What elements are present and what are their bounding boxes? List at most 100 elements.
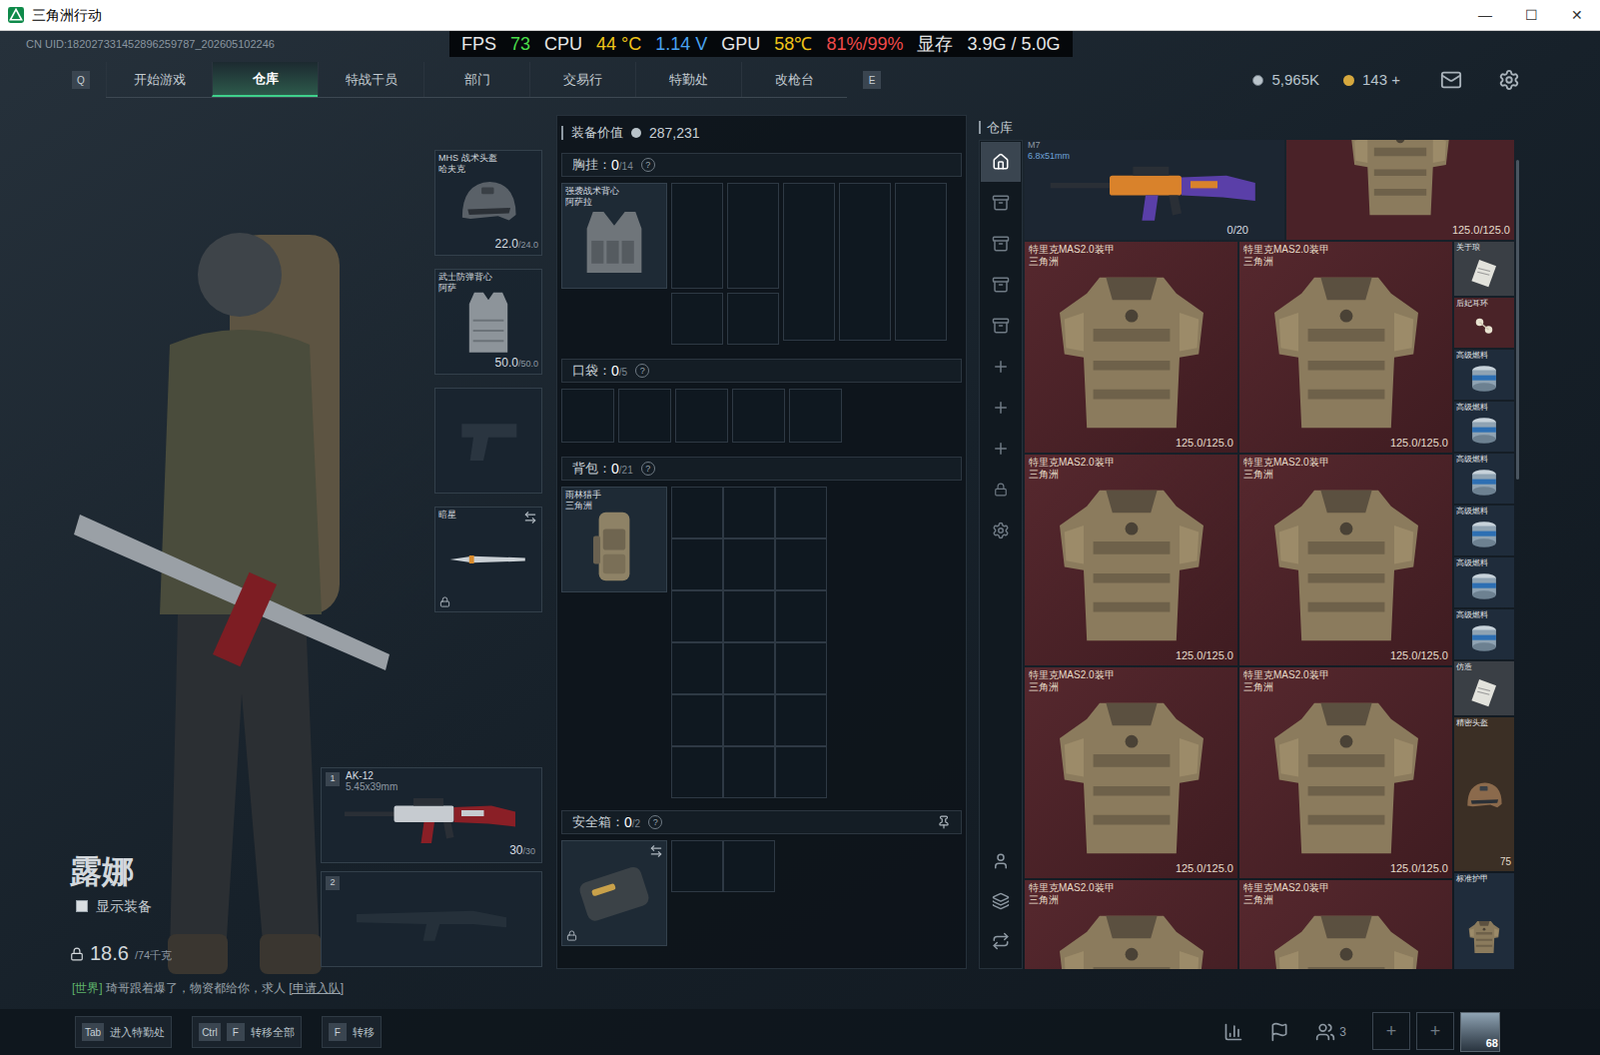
grid-cell[interactable] xyxy=(671,538,724,591)
equipped-item[interactable] xyxy=(561,839,668,946)
equipped-item[interactable]: 强袭战术背心阿萨拉 xyxy=(561,182,668,289)
grid-cell[interactable] xyxy=(775,694,827,747)
key-hint-button[interactable]: CtrlF转移全部 xyxy=(191,1015,302,1048)
nav-tab[interactable]: 特战干员 xyxy=(317,61,424,97)
warehouse-item[interactable]: 后妃耳环 xyxy=(1454,297,1515,348)
window-control[interactable]: ✕ xyxy=(1554,0,1600,30)
help-button[interactable]: ? xyxy=(635,363,650,378)
grid-cell[interactable] xyxy=(727,292,780,345)
window-control[interactable]: ☐ xyxy=(1508,0,1555,30)
chat-line[interactable]: [世界] 琦哥跟着爆了，物资都给你，求人 [申请入队] xyxy=(0,978,545,997)
grid-cell[interactable] xyxy=(723,746,776,799)
warehouse-page[interactable] xyxy=(980,264,1021,305)
window-control[interactable]: — xyxy=(1462,0,1509,30)
help-button[interactable]: ? xyxy=(648,814,663,829)
warehouse-page[interactable] xyxy=(980,182,1021,223)
warehouse-item[interactable]: 高级燃料 xyxy=(1454,609,1515,660)
gear-slot[interactable]: MHS 战术头盔哈夫克22.0/24.0 xyxy=(434,149,543,256)
checkbox[interactable] xyxy=(75,899,88,912)
grid-cell[interactable] xyxy=(561,388,615,443)
warehouse-page[interactable] xyxy=(980,387,1021,428)
nav-tab[interactable]: 改枪台 xyxy=(741,61,847,97)
grid-cell[interactable] xyxy=(723,694,776,747)
nav-tab[interactable]: 特勤处 xyxy=(635,61,742,97)
warehouse-item[interactable]: 高级燃料 xyxy=(1454,349,1515,400)
warehouse-item[interactable]: 特里克MAS2.0装甲三角洲125.0/125.0 xyxy=(1239,454,1453,666)
weapon-slot[interactable]: 1AK-125.45x39mm30/30 xyxy=(320,767,543,863)
transfer-icon[interactable] xyxy=(991,931,1010,950)
warehouse-item[interactable]: 仿造 xyxy=(1454,661,1515,716)
warehouse-page[interactable] xyxy=(980,305,1021,346)
grid-cell[interactable] xyxy=(775,590,827,643)
pin-icon[interactable] xyxy=(936,814,951,829)
equipped-item[interactable]: 雨林猎手三角洲 xyxy=(561,486,668,593)
grid-cell[interactable] xyxy=(723,642,776,695)
weapon-slot[interactable]: 2 xyxy=(320,870,543,967)
mail-icon[interactable] xyxy=(1440,68,1463,91)
warehouse-page[interactable] xyxy=(980,223,1021,264)
warehouse-item[interactable]: 高级燃料 xyxy=(1454,401,1515,452)
grid-cell[interactable] xyxy=(671,839,724,892)
warehouse-page[interactable] xyxy=(980,141,1021,182)
help-button[interactable]: ? xyxy=(641,157,656,172)
swap-icon[interactable] xyxy=(523,510,538,525)
grid-cell[interactable] xyxy=(618,388,672,443)
grid-cell[interactable] xyxy=(671,486,724,539)
warehouse-item[interactable]: 高级燃料 xyxy=(1454,453,1515,504)
grid-cell[interactable] xyxy=(671,642,724,695)
grid-cell[interactable] xyxy=(675,388,729,443)
grid-cell[interactable] xyxy=(671,292,724,345)
grid-cell[interactable] xyxy=(783,182,835,341)
warehouse-item[interactable]: 特里克MAS2.0装甲三角洲125.0/125.0 xyxy=(1024,241,1238,453)
warehouse-page[interactable] xyxy=(980,469,1021,510)
add-teammate-button[interactable]: + xyxy=(1416,1011,1455,1050)
warehouse-page[interactable] xyxy=(980,510,1021,551)
warehouse-item[interactable]: 特里克MAS2.0装甲三角洲 xyxy=(1239,879,1453,969)
swap-icon[interactable] xyxy=(649,843,664,858)
show-equipment-toggle[interactable]: 显示装备 xyxy=(69,896,321,915)
grid-cell[interactable] xyxy=(789,388,842,443)
grid-cell[interactable] xyxy=(775,746,827,799)
warehouse-item[interactable]: M76.8x51mm0/20 xyxy=(1024,139,1285,240)
help-button[interactable]: ? xyxy=(641,461,656,476)
grid-cell[interactable] xyxy=(723,839,776,892)
add-teammate-button[interactable]: + xyxy=(1372,1011,1411,1050)
grid-cell[interactable] xyxy=(775,538,827,591)
warehouse-item[interactable]: 特里克MAS2.0装甲三角洲125.0/125.0 xyxy=(1239,241,1453,453)
warehouse-item[interactable]: 特里克MAS2.0装甲三角洲125.0/125.0 xyxy=(1024,667,1238,878)
grid-cell[interactable] xyxy=(671,694,724,747)
grid-cell[interactable] xyxy=(775,642,827,695)
nav-tab[interactable]: 部门 xyxy=(423,61,530,97)
grid-cell[interactable] xyxy=(723,486,776,539)
warehouse-item[interactable]: 高级燃料 xyxy=(1454,505,1515,556)
grid-cell[interactable] xyxy=(671,746,724,799)
warehouse-item[interactable]: 高级燃料 xyxy=(1454,557,1515,608)
layers-icon[interactable] xyxy=(991,891,1010,910)
warehouse-item[interactable]: 特里克MAS2.0装甲三角洲 xyxy=(1024,879,1238,969)
nav-tab[interactable]: 开始游戏 xyxy=(105,61,212,97)
warehouse-item[interactable]: 125.0/125.0 xyxy=(1286,139,1515,240)
key-hint-button[interactable]: F转移 xyxy=(321,1015,382,1048)
grid-cell[interactable] xyxy=(723,538,776,591)
grid-cell[interactable] xyxy=(727,182,780,289)
flag-icon[interactable] xyxy=(1269,1021,1290,1042)
friends-button[interactable]: 3 xyxy=(1315,1021,1347,1042)
warehouse-page[interactable] xyxy=(980,428,1021,469)
grid-cell[interactable] xyxy=(775,486,827,539)
ticket-balance[interactable]: 143 + xyxy=(1362,68,1401,92)
stats-icon[interactable] xyxy=(1223,1021,1244,1042)
grid-cell[interactable] xyxy=(732,388,786,443)
gear-slot[interactable]: 暗星 xyxy=(434,506,543,613)
grid-cell[interactable] xyxy=(671,182,724,289)
nav-tab[interactable]: 仓库 xyxy=(211,61,318,97)
warehouse-page[interactable] xyxy=(980,346,1021,387)
warehouse-item[interactable]: 特里克MAS2.0装甲三角洲125.0/125.0 xyxy=(1239,667,1453,878)
scrollbar[interactable] xyxy=(1516,159,1520,480)
gear-icon[interactable] xyxy=(1498,68,1521,91)
person-icon[interactable] xyxy=(991,851,1010,870)
key-hint-button[interactable]: Tab进入特勤处 xyxy=(74,1015,172,1048)
grid-cell[interactable] xyxy=(723,590,776,643)
gear-slot[interactable] xyxy=(434,387,543,494)
grid-cell[interactable] xyxy=(894,182,947,341)
player-avatar[interactable]: 68 xyxy=(1460,1011,1501,1052)
